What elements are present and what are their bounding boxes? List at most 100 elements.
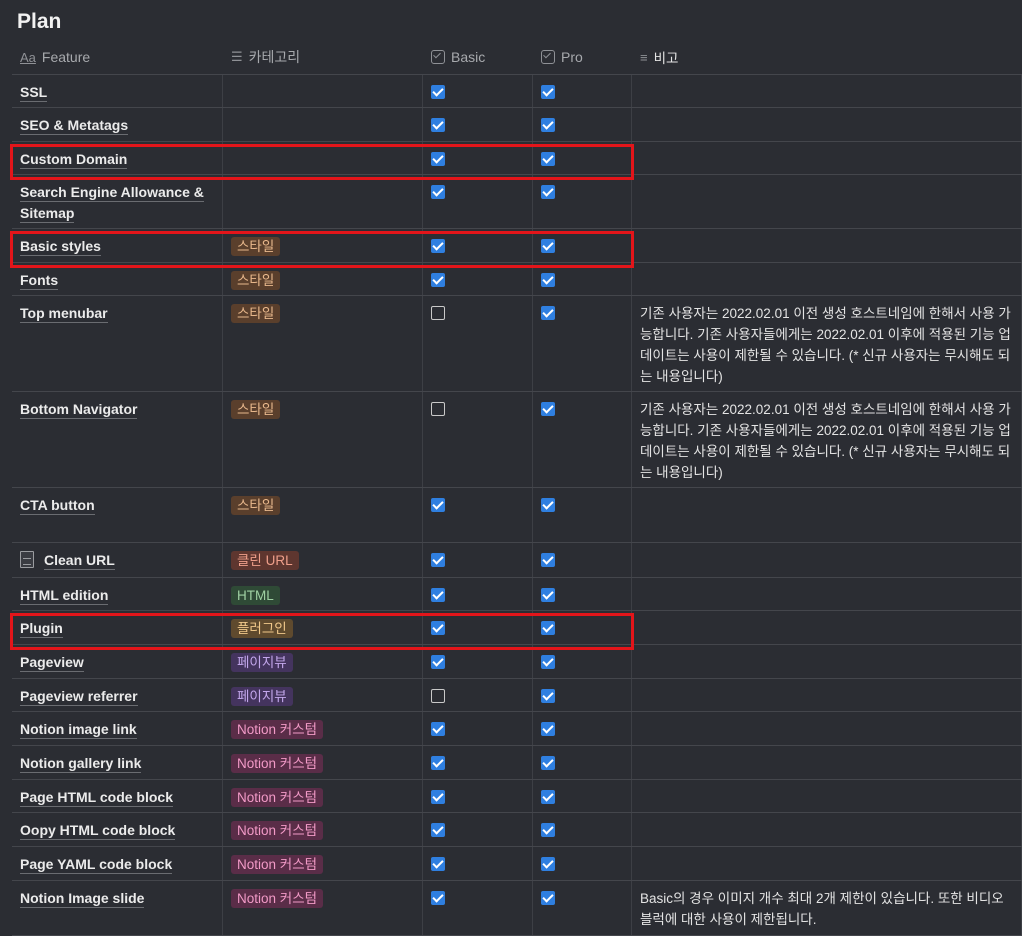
table-row[interactable]: Plugin 플러그인 [12,611,1022,645]
feature-link[interactable]: Notion gallery link [20,755,142,773]
category-tag[interactable]: HTML [231,586,280,605]
basic-checkbox[interactable] [431,790,445,804]
feature-link[interactable]: Pageview referrer [20,688,138,706]
pro-checkbox[interactable] [541,722,555,736]
pro-checkbox[interactable] [541,655,555,669]
feature-link[interactable]: Pageview [20,654,84,672]
category-cell[interactable]: Notion 커스텀 [223,813,423,846]
basic-checkbox[interactable] [431,402,445,416]
pro-checkbox[interactable] [541,498,555,512]
category-tag[interactable]: Notion 커스텀 [231,821,324,840]
category-cell[interactable]: 페이지뷰 [223,645,423,678]
feature-cell[interactable]: SEO & Metatags [12,108,223,141]
category-tag[interactable]: Notion 커스텀 [231,720,324,739]
basic-checkbox[interactable] [431,655,445,669]
feature-cell[interactable]: Pageview [12,645,223,678]
feature-cell[interactable]: HTML edition [12,578,223,610]
note-cell[interactable] [632,712,1022,745]
feature-cell[interactable]: Notion gallery link [12,746,223,779]
feature-link[interactable]: SSL [20,84,48,102]
table-row[interactable]: Top menubar 스타일 기존 사용자는 2022.02.01 이전 생성 호… [12,296,1022,392]
category-tag[interactable]: Notion 커스텀 [231,754,324,773]
category-tag[interactable]: 스타일 [231,237,281,256]
note-cell[interactable]: 기존 사용자는 2022.02.01 이전 생성 호스트네임에 한해서 사용 가… [632,392,1022,487]
pro-checkbox[interactable] [541,621,555,635]
category-cell[interactable] [223,175,423,228]
basic-checkbox[interactable] [431,185,445,199]
table-row[interactable]: Notion gallery link Notion 커스텀 [12,746,1022,780]
pro-checkbox[interactable] [541,85,555,99]
category-cell[interactable]: HTML [223,578,423,610]
table-row[interactable]: HTML edition HTML [12,578,1022,611]
feature-link[interactable]: Notion Image slide [20,890,145,908]
table-row[interactable]: Bottom Navigator 스타일 기존 사용자는 2022.02.01 이전… [12,392,1022,488]
feature-link[interactable]: CTA button [20,497,95,515]
feature-cell[interactable]: Bottom Navigator [12,392,223,487]
basic-checkbox[interactable] [431,857,445,871]
basic-checkbox[interactable] [431,85,445,99]
pro-checkbox[interactable] [541,756,555,770]
feature-cell[interactable]: Notion Image slide [12,881,223,935]
column-header-category[interactable]: ☰ 카테고리 [223,40,423,74]
category-tag[interactable]: 페이지뷰 [231,653,293,672]
note-cell[interactable] [632,780,1022,812]
table-row[interactable]: Basic styles 스타일 [12,229,1022,263]
category-cell[interactable]: 페이지뷰 [223,679,423,711]
table-row[interactable]: SEO & Metatags [12,108,1022,142]
basic-checkbox[interactable] [431,118,445,132]
category-tag[interactable]: 클린 URL [231,551,299,570]
category-cell[interactable]: Notion 커스텀 [223,712,423,745]
feature-cell[interactable]: Fonts [12,263,223,295]
category-tag[interactable]: 스타일 [231,271,281,290]
pro-checkbox[interactable] [541,553,555,567]
category-cell[interactable] [223,108,423,141]
note-cell[interactable] [632,175,1022,228]
note-cell[interactable] [632,142,1022,174]
feature-link[interactable]: Plugin [20,620,63,638]
basic-checkbox[interactable] [431,239,445,253]
column-header-feature[interactable]: Aa Feature [12,40,223,74]
note-cell[interactable] [632,543,1022,577]
note-cell[interactable] [632,679,1022,711]
feature-cell[interactable]: Page HTML code block [12,780,223,812]
note-cell[interactable] [632,488,1022,542]
note-cell[interactable] [632,578,1022,610]
feature-cell[interactable]: SSL [12,75,223,107]
pro-checkbox[interactable] [541,118,555,132]
feature-link[interactable]: Custom Domain [20,151,128,169]
category-cell[interactable]: 스타일 [223,392,423,487]
category-tag[interactable]: 플러그인 [231,619,293,638]
note-cell[interactable] [632,847,1022,880]
basic-checkbox[interactable] [431,588,445,602]
pro-checkbox[interactable] [541,185,555,199]
feature-link[interactable]: Fonts [20,272,59,290]
category-tag[interactable]: 페이지뷰 [231,687,293,706]
note-cell[interactable] [632,746,1022,779]
category-cell[interactable]: Notion 커스텀 [223,780,423,812]
table-row[interactable]: Pageview 페이지뷰 [12,645,1022,679]
column-header-note[interactable]: ≡ 비고 [632,40,1022,74]
note-cell[interactable] [632,813,1022,846]
basic-checkbox[interactable] [431,621,445,635]
feature-cell[interactable]: Plugin [12,611,223,644]
pro-checkbox[interactable] [541,152,555,166]
category-cell[interactable]: Notion 커스텀 [223,881,423,935]
feature-link[interactable]: HTML edition [20,587,109,605]
pro-checkbox[interactable] [541,823,555,837]
feature-link[interactable]: Page YAML code block [20,856,173,874]
basic-checkbox[interactable] [431,306,445,320]
note-cell[interactable] [632,645,1022,678]
pro-checkbox[interactable] [541,306,555,320]
category-tag[interactable]: Notion 커스텀 [231,788,324,807]
feature-cell[interactable]: Clean URL [12,543,223,577]
table-row[interactable]: SSL [12,75,1022,108]
column-header-pro[interactable]: Pro [533,40,632,74]
feature-cell[interactable]: CTA button [12,488,223,542]
table-row[interactable]: CTA button 스타일 [12,488,1022,543]
category-tag[interactable]: 스타일 [231,496,281,515]
feature-link[interactable]: Notion image link [20,721,137,739]
category-tag[interactable]: Notion 커스텀 [231,889,324,908]
category-cell[interactable] [223,142,423,174]
note-cell[interactable] [632,108,1022,141]
category-cell[interactable] [223,75,423,107]
